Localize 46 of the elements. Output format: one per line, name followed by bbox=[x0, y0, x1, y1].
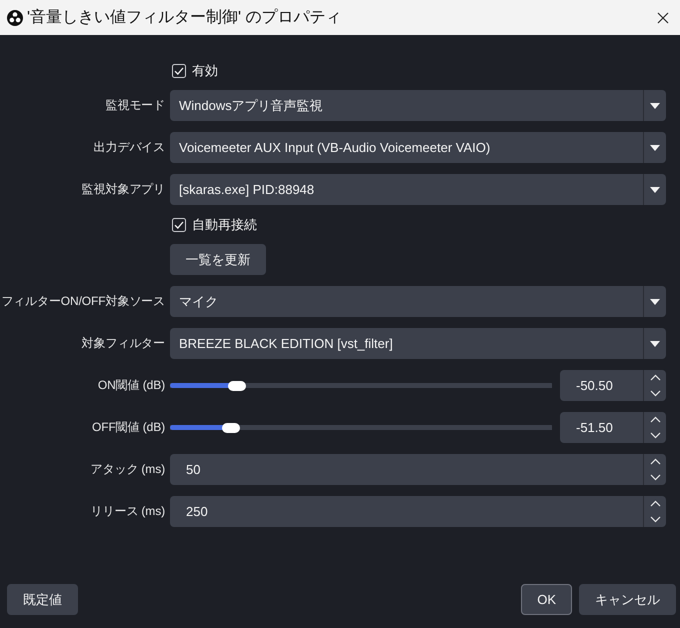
dialog-button[interactable]: キャンセル bbox=[579, 584, 676, 615]
field-label: 監視モード bbox=[104, 97, 165, 114]
field-label: リリース (ms) bbox=[90, 503, 165, 520]
checkbox-label[interactable]: 自動再接続 bbox=[192, 216, 257, 234]
field-label: 監視対象アプリ bbox=[80, 181, 165, 198]
field-label: 出力デバイス bbox=[92, 139, 165, 156]
refresh-button[interactable]: 一覧を更新 bbox=[170, 244, 266, 275]
checkbox-label[interactable]: 有効 bbox=[192, 62, 218, 80]
dropdown[interactable]: BREEZE BLACK EDITION [vst_filter] bbox=[170, 328, 666, 359]
field-label: アタック (ms) bbox=[90, 461, 165, 478]
caret-down-icon[interactable] bbox=[650, 340, 660, 346]
slider-thumb[interactable] bbox=[228, 380, 246, 390]
chevron-up-icon[interactable] bbox=[650, 458, 660, 466]
field-label: 対象フィルター bbox=[80, 335, 165, 352]
field-label: ON閾値 (dB) bbox=[96, 377, 165, 394]
dropdown[interactable]: Voicemeeter AUX Input (VB-Audio Voicemeeter VAIO) bbox=[170, 132, 666, 163]
chevron-down-icon[interactable] bbox=[650, 516, 660, 523]
chevron-up-icon[interactable] bbox=[650, 416, 660, 424]
caret-down-icon[interactable] bbox=[650, 144, 660, 150]
chevron-up-icon[interactable] bbox=[650, 374, 660, 382]
checkbox[interactable] bbox=[172, 64, 186, 78]
chevron-down-icon[interactable] bbox=[650, 474, 660, 481]
chevron-down-icon[interactable] bbox=[650, 432, 660, 439]
slider-track[interactable] bbox=[170, 422, 552, 432]
number-field[interactable]: 250 bbox=[170, 496, 666, 527]
dropdown[interactable]: [skaras.exe] PID:88948 bbox=[170, 174, 666, 205]
slider-thumb[interactable] bbox=[222, 422, 240, 432]
caret-down-icon[interactable] bbox=[650, 186, 660, 192]
field-label: OFF閾値 (dB) bbox=[91, 419, 165, 436]
app-logo-icon bbox=[7, 10, 23, 26]
caret-down-icon[interactable] bbox=[650, 298, 660, 304]
dialog-button[interactable]: 既定値 bbox=[7, 584, 78, 615]
slider-track[interactable] bbox=[170, 380, 552, 390]
number-field[interactable]: -51.50 bbox=[560, 412, 666, 443]
dropdown[interactable]: Windowsアプリ音声監視 bbox=[170, 90, 666, 121]
number-field[interactable]: -50.50 bbox=[560, 370, 666, 401]
checkbox[interactable] bbox=[172, 218, 186, 232]
dialog-button[interactable]: OK bbox=[521, 584, 572, 615]
window-title: '音量しきい値フィルター制御' のプロパティ bbox=[27, 8, 343, 28]
close-icon bbox=[657, 12, 669, 24]
caret-down-icon[interactable] bbox=[650, 102, 660, 108]
dropdown[interactable]: マイク bbox=[170, 286, 666, 317]
chevron-up-icon[interactable] bbox=[650, 500, 660, 508]
chevron-down-icon[interactable] bbox=[650, 390, 660, 397]
number-field[interactable]: 50 bbox=[170, 454, 666, 485]
field-label: フィルターON/OFF対象ソース bbox=[1, 293, 165, 310]
